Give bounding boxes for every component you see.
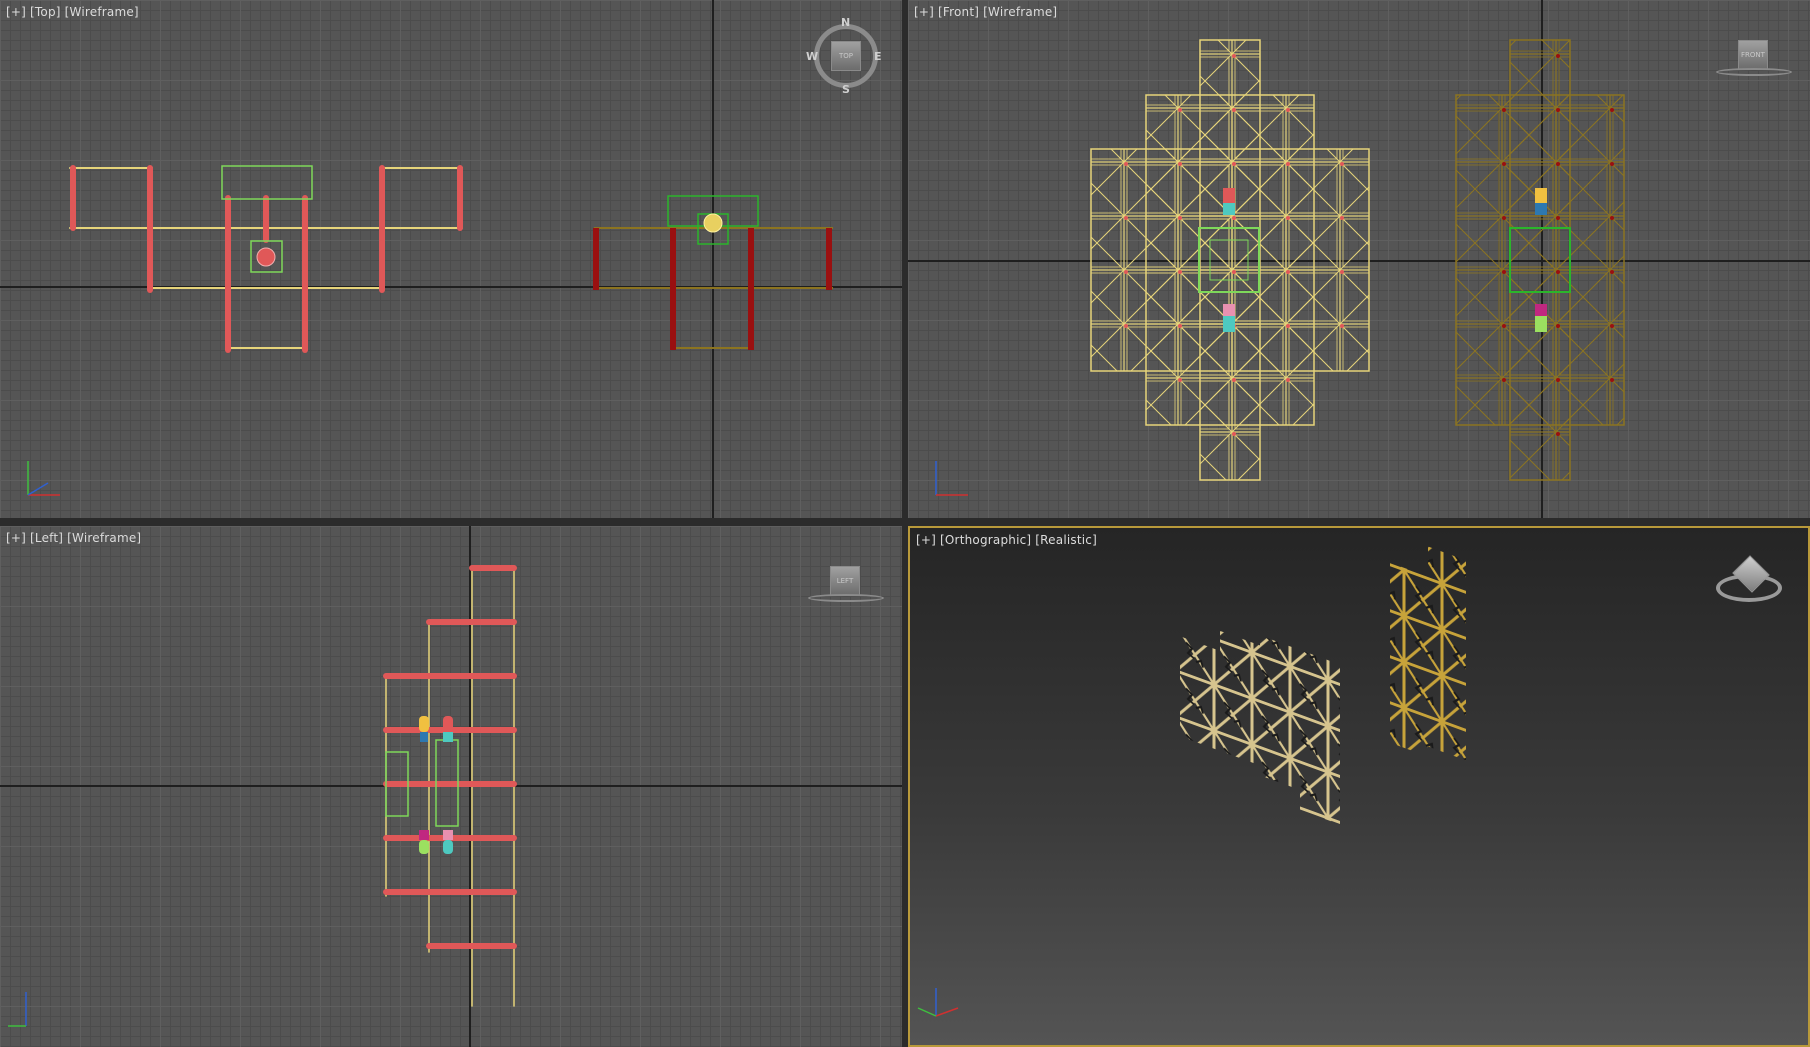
scaffold-realistic-left [1180, 630, 1340, 825]
axis-triad-icon [935, 461, 968, 496]
viewport-front[interactable]: FRONT [+] [Front] [Wireframe] [908, 0, 1810, 518]
viewport-menu-plus[interactable]: [+] [916, 533, 936, 547]
viewcube-left-label: LEFT [836, 577, 854, 585]
front-view-objects [1090, 39, 1625, 481]
compass-west: W [806, 50, 819, 63]
viewcube-ring[interactable] [808, 594, 884, 602]
viewcube-top-label: TOP [838, 52, 853, 60]
viewport-label-front[interactable]: [+] [Front] [Wireframe] [914, 5, 1061, 19]
viewcube-3d[interactable] [1716, 555, 1782, 604]
viewport-view-name[interactable]: [Orthographic] [940, 533, 1031, 547]
scaffold-front-right [1455, 39, 1625, 481]
viewport-orthographic[interactable]: [+] [Orthographic] [Realistic] [908, 526, 1810, 1047]
viewport-shading-mode[interactable]: [Realistic] [1035, 533, 1097, 547]
viewport-menu-plus[interactable]: [+] [6, 5, 26, 19]
viewcube-front-label: FRONT [1741, 51, 1765, 59]
scaffold-side [383, 565, 517, 1007]
viewport-shading-mode[interactable]: [Wireframe] [983, 5, 1057, 19]
viewport-menu-plus[interactable]: [+] [6, 531, 26, 545]
viewport-view-name[interactable]: [Top] [30, 5, 61, 19]
scaffold-front-left [1090, 39, 1370, 481]
ortho-view-objects [1180, 546, 1466, 825]
compass-east: E [874, 50, 882, 63]
axis-triad-icon [27, 461, 60, 496]
viewcube-top[interactable]: TOP [831, 41, 861, 71]
viewport-label-left[interactable]: [+] [Left] [Wireframe] [6, 531, 145, 545]
top-view-objects [69, 165, 833, 353]
viewport-left[interactable]: LEFT [+] [Left] [Wireframe] [0, 526, 902, 1047]
viewcube-left[interactable]: LEFT [830, 566, 860, 596]
viewport-label-orthographic[interactable]: [+] [Orthographic] [Realistic] [916, 533, 1101, 547]
viewcube-front[interactable]: FRONT [1738, 40, 1768, 70]
viewport-shading-mode[interactable]: [Wireframe] [65, 5, 139, 19]
viewport-shading-mode[interactable]: [Wireframe] [67, 531, 141, 545]
axis-triad-icon [8, 992, 27, 1027]
viewport-label-top[interactable]: [+] [Top] [Wireframe] [6, 5, 143, 19]
compass-north: N [841, 16, 851, 29]
viewcube-ring[interactable] [1716, 68, 1792, 76]
viewport-menu-plus[interactable]: [+] [914, 5, 934, 19]
viewport-top[interactable]: TOP N S E W [+] [Top] [Wireframe] [0, 0, 902, 518]
scaffold-top-left [69, 165, 463, 353]
left-view-objects [383, 565, 517, 1007]
scaffold-realistic-right [1390, 546, 1466, 761]
compass-south: S [842, 83, 850, 96]
axis-triad-icon [917, 988, 959, 1017]
viewport-view-name[interactable]: [Left] [30, 531, 63, 545]
scaffold-top-right [593, 195, 833, 350]
viewport-view-name[interactable]: [Front] [938, 5, 979, 19]
